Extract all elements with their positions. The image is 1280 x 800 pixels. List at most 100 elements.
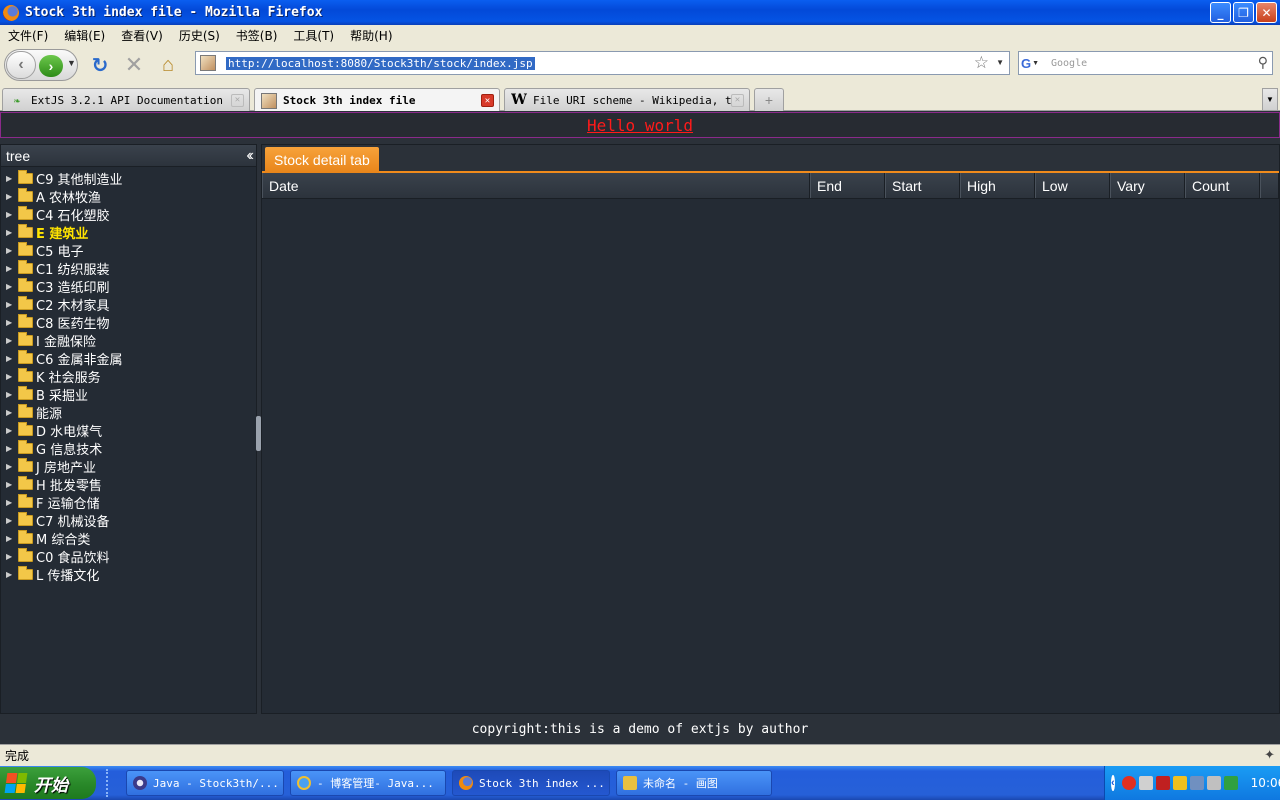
tab-stock-detail[interactable]: Stock detail tab — [265, 147, 379, 173]
expand-arrow-icon[interactable]: ▶ — [6, 480, 16, 489]
expand-arrow-icon[interactable]: ▶ — [6, 318, 16, 327]
tab-list-icon[interactable]: ▼ — [1262, 88, 1278, 111]
menu-history[interactable]: 历史(S) — [171, 27, 228, 44]
tree-node[interactable]: ▶ L 传播文化 — [1, 565, 256, 584]
expand-arrow-icon[interactable]: ▶ — [6, 192, 16, 201]
security-shield-icon[interactable] — [1155, 776, 1170, 790]
monitor-icon[interactable] — [1189, 776, 1204, 790]
tree-node[interactable]: ▶ C3 造纸印刷 — [1, 277, 256, 296]
taskbar-item-blog[interactable]: - 博客管理- Java... — [290, 770, 446, 796]
tree-node[interactable]: ▶ D 水电煤气 — [1, 421, 256, 440]
collapse-left-icon[interactable]: ‹‹ — [246, 147, 253, 165]
network-icon[interactable] — [1138, 776, 1153, 790]
window-titlebar[interactable]: Stock 3th index file - Mozilla Firefox _… — [0, 0, 1280, 25]
bookmark-star-icon[interactable]: ☆ — [974, 53, 989, 73]
menu-view[interactable]: 查看(V) — [113, 27, 171, 44]
tree-node[interactable]: ▶ B 采掘业 — [1, 385, 256, 404]
search-icon[interactable]: ⚲ — [1258, 54, 1268, 71]
expand-arrow-icon[interactable]: ▶ — [6, 426, 16, 435]
stop-icon[interactable]: ✕ — [122, 52, 146, 77]
expand-arrow-icon[interactable]: ▶ — [6, 246, 16, 255]
taskbar-item-firefox[interactable]: Stock 3th index ... — [452, 770, 610, 796]
expand-arrow-icon[interactable]: ▶ — [6, 444, 16, 453]
menu-edit[interactable]: 编辑(E) — [56, 27, 113, 44]
google-engine-icon[interactable]: G ▼ — [1021, 54, 1043, 72]
forward-button[interactable]: › — [39, 55, 63, 77]
antivirus-icon[interactable] — [1223, 776, 1238, 790]
taskbar-item-paint[interactable]: 未命名 - 画图 — [616, 770, 772, 796]
tree-node[interactable]: ▶ K 社会服务 — [1, 367, 256, 386]
expand-arrow-icon[interactable]: ▶ — [6, 354, 16, 363]
column-header-vary[interactable]: Vary — [1110, 173, 1185, 198]
reload-icon[interactable]: ↻ — [88, 53, 112, 77]
expand-arrow-icon[interactable]: ▶ — [6, 552, 16, 561]
tree-node[interactable]: ▶ 能源 — [1, 403, 256, 422]
expand-arrow-icon[interactable]: ▶ — [6, 336, 16, 345]
expand-arrow-icon[interactable]: ▶ — [6, 300, 16, 309]
tree-node[interactable]: ▶ C8 医药生物 — [1, 313, 256, 332]
expand-arrow-icon[interactable]: ▶ — [6, 174, 16, 183]
expand-arrow-icon[interactable]: ▶ — [6, 210, 16, 219]
expand-arrow-icon[interactable]: ▶ — [6, 462, 16, 471]
home-icon[interactable]: ⌂ — [156, 53, 180, 77]
column-header-high[interactable]: High — [960, 173, 1035, 198]
tree-node[interactable]: ▶ I 金融保险 — [1, 331, 256, 350]
weibo-icon[interactable] — [1121, 776, 1136, 790]
tab-wikipedia[interactable]: W File URI scheme - Wikipedia, th… ✕ — [504, 88, 750, 111]
url-text[interactable]: http://localhost:8080/Stock3th/stock/ind… — [226, 56, 535, 70]
tree-node[interactable]: ▶ H 批发零售 — [1, 475, 256, 494]
tree-node[interactable]: ▶ G 信息技术 — [1, 439, 256, 458]
expand-arrow-icon[interactable]: ▶ — [6, 498, 16, 507]
menu-help[interactable]: 帮助(H) — [342, 27, 400, 44]
taskbar-item-java[interactable]: Java - Stock3th/... — [126, 770, 284, 796]
tree-node[interactable]: ▶ C1 纺织服装 — [1, 259, 256, 278]
tree-node[interactable]: ▶ M 综合类 — [1, 529, 256, 548]
expand-arrow-icon[interactable]: ▶ — [6, 534, 16, 543]
hello-link[interactable]: Hello world — [587, 116, 693, 135]
expand-arrow-icon[interactable]: ▶ — [6, 390, 16, 399]
tree-node[interactable]: ▶ C9 其他制造业 — [1, 169, 256, 188]
start-button[interactable]: 开始 — [0, 767, 96, 799]
maximize-button[interactable]: ❐ — [1233, 2, 1254, 23]
tree-node[interactable]: ▶ C6 金属非金属 — [1, 349, 256, 368]
menu-tools[interactable]: 工具(T) — [285, 27, 342, 44]
column-header-count[interactable]: Count — [1185, 173, 1260, 198]
grid-body[interactable] — [262, 199, 1279, 713]
tab-close-icon[interactable]: ✕ — [731, 93, 744, 107]
tree-node[interactable]: ▶ J 房地产业 — [1, 457, 256, 476]
tab-close-icon[interactable]: ✕ — [231, 93, 244, 107]
tree-node[interactable]: ▶ A 农林牧渔 — [1, 187, 256, 206]
url-bar[interactable]: http://localhost:8080/Stock3th/stock/ind… — [195, 51, 1010, 75]
tree-node[interactable]: ▶ C4 石化塑胶 — [1, 205, 256, 224]
url-dropdown-icon[interactable]: ▼ — [996, 58, 1004, 67]
quicklaunch-grip[interactable] — [106, 769, 120, 797]
expand-arrow-icon[interactable]: ▶ — [6, 408, 16, 417]
column-header-date[interactable]: Date — [262, 173, 810, 198]
close-button[interactable]: ✕ — [1256, 2, 1277, 23]
tab-extjs-docs[interactable]: ❧ ExtJS 3.2.1 API Documentation ✕ — [2, 88, 250, 111]
column-header-low[interactable]: Low — [1035, 173, 1110, 198]
history-dropdown-icon[interactable]: ▼ — [67, 58, 76, 68]
back-button[interactable]: ‹ — [6, 51, 36, 79]
expand-arrow-icon[interactable]: ▶ — [6, 516, 16, 525]
tray-expand-icon[interactable]: ‹ — [1111, 775, 1115, 791]
tree-node[interactable]: ▶ E 建筑业 — [1, 223, 256, 242]
expand-arrow-icon[interactable]: ▶ — [6, 282, 16, 291]
expand-arrow-icon[interactable]: ▶ — [6, 228, 16, 237]
ime-icon[interactable] — [1172, 776, 1187, 790]
tab-close-icon[interactable]: ✕ — [481, 94, 494, 107]
menu-file[interactable]: 文件(F) — [0, 27, 56, 44]
volume-icon[interactable] — [1206, 776, 1221, 790]
menu-bookmarks[interactable]: 书签(B) — [228, 27, 286, 44]
tree-node[interactable]: ▶ C5 电子 — [1, 241, 256, 260]
search-bar[interactable]: G ▼ Google ⚲ — [1018, 51, 1273, 75]
search-input[interactable]: Google — [1051, 58, 1087, 69]
expand-arrow-icon[interactable]: ▶ — [6, 570, 16, 579]
column-header-end[interactable]: End — [810, 173, 885, 198]
expand-arrow-icon[interactable]: ▶ — [6, 264, 16, 273]
addon-icon[interactable]: ✦ — [1264, 748, 1275, 763]
site-identity-icon[interactable] — [200, 55, 216, 71]
tree-node[interactable]: ▶ F 运输仓储 — [1, 493, 256, 512]
minimize-button[interactable]: _ — [1210, 2, 1231, 23]
new-tab-button[interactable]: + — [754, 88, 784, 111]
